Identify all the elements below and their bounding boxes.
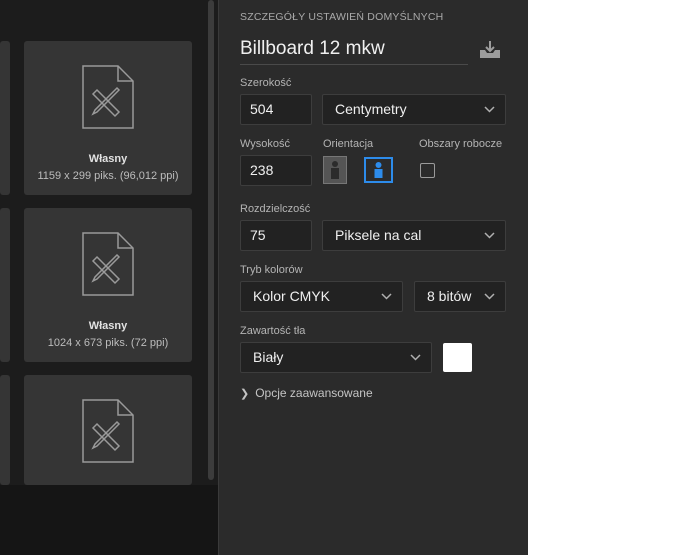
preset-details: 1024 x 673 piks. (72 ppi): [47, 337, 169, 349]
preset-details: 1159 x 299 piks. (96,012 ppi): [37, 170, 179, 182]
orientation-portrait-button[interactable]: [323, 156, 347, 184]
preset-card-partial[interactable]: [0, 375, 10, 485]
chevron-down-icon: [381, 293, 392, 300]
width-label: Szerokość: [240, 77, 292, 89]
background-value: Biały: [253, 349, 284, 365]
preset-details-panel: SZCZEGÓŁY USTAWIEŃ DOMYŚLNYCH Billboard …: [218, 0, 528, 555]
document-name-input[interactable]: Billboard 12 mkw: [240, 36, 468, 65]
background-color-swatch[interactable]: [443, 343, 472, 372]
resolution-unit-select[interactable]: Piksele na cal: [322, 220, 506, 251]
bit-depth-select[interactable]: 8 bitów: [414, 281, 506, 312]
save-preset-icon[interactable]: [479, 39, 501, 59]
preset-card-partial[interactable]: [0, 41, 10, 195]
background-label: Zawartość tła: [240, 325, 306, 337]
orientation-label: Orientacja: [323, 138, 374, 150]
width-unit-select[interactable]: Centymetry: [322, 94, 506, 125]
preset-card-partial[interactable]: [0, 208, 10, 362]
artboards-checkbox[interactable]: [420, 163, 435, 178]
color-mode-value: Kolor CMYK: [253, 288, 331, 304]
height-input[interactable]: 238: [240, 155, 312, 186]
width-unit-value: Centymetry: [335, 101, 407, 117]
chevron-down-icon: [484, 293, 495, 300]
document-icon: [82, 65, 134, 129]
panel-heading: SZCZEGÓŁY USTAWIEŃ DOMYŚLNYCH: [240, 11, 444, 23]
chevron-down-icon: [410, 354, 421, 361]
resolution-label: Rozdzielczość: [240, 203, 311, 215]
height-label: Wysokość: [240, 138, 291, 150]
bit-depth-value: 8 bitów: [427, 288, 472, 304]
person-icon: [331, 161, 339, 179]
color-mode-label: Tryb kolorów: [240, 264, 303, 276]
width-input[interactable]: 504: [240, 94, 312, 125]
resolution-unit-value: Piksele na cal: [335, 227, 422, 243]
document-icon: [82, 232, 134, 296]
artboards-label: Obszary robocze: [419, 138, 503, 150]
grid-fade: [0, 485, 218, 555]
preset-card[interactable]: Własny 1159 x 299 piks. (96,012 ppi): [24, 41, 192, 195]
preset-name: Własny: [88, 320, 128, 332]
orientation-landscape-button[interactable]: [364, 157, 393, 183]
resolution-input[interactable]: 75: [240, 220, 312, 251]
preset-name: Własny: [88, 153, 128, 165]
person-icon: [374, 162, 383, 178]
chevron-down-icon: [484, 232, 495, 239]
preset-card[interactable]: [24, 375, 192, 485]
chevron-right-icon: ❯: [240, 388, 250, 400]
presets-grid: Własny 1159 x 299 piks. (96,012 ppi) Wła…: [0, 0, 218, 555]
scrollbar[interactable]: [208, 0, 214, 480]
advanced-options-toggle[interactable]: ❯ Opcje zaawansowane: [240, 386, 373, 400]
preset-card[interactable]: Własny 1024 x 673 piks. (72 ppi): [24, 208, 192, 362]
advanced-options-label: Opcje zaawansowane: [255, 386, 373, 400]
color-mode-select[interactable]: Kolor CMYK: [240, 281, 403, 312]
background-select[interactable]: Biały: [240, 342, 432, 373]
document-icon: [82, 399, 134, 463]
chevron-down-icon: [484, 106, 495, 113]
